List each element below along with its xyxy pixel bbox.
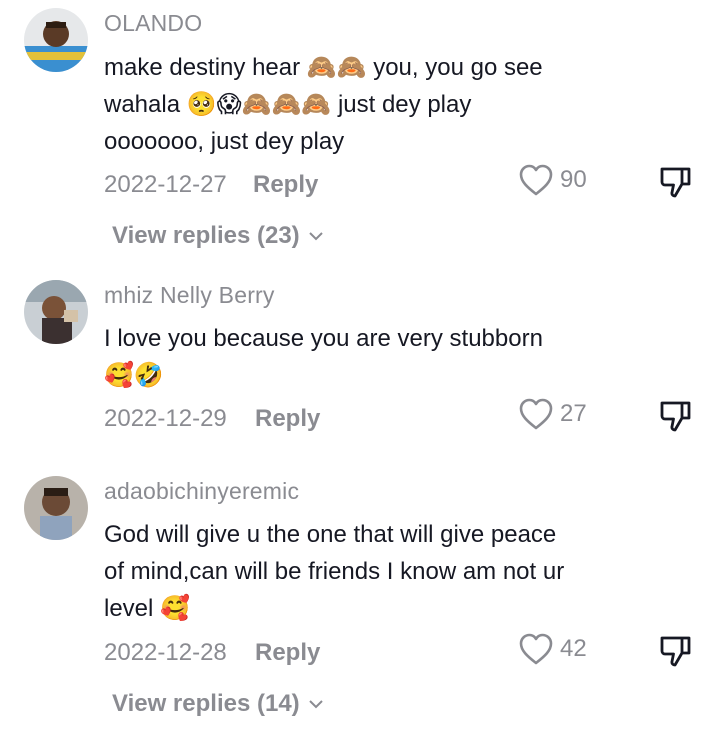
avatar[interactable] — [24, 280, 88, 344]
comment-text: I love you because you are very stubborn… — [104, 320, 614, 394]
chevron-down-icon — [308, 700, 323, 709]
comment-text-line: level 🥰 — [104, 595, 190, 622]
heart-outline-icon — [519, 633, 553, 665]
comment-text-line: 🥰🤣 — [104, 362, 164, 389]
like-button[interactable]: 42 — [518, 632, 587, 666]
avatar[interactable] — [24, 476, 88, 540]
like-count: 42 — [560, 635, 587, 662]
thumbs-down-outline-icon[interactable] — [658, 164, 694, 200]
avatar-image — [24, 8, 88, 72]
view-replies-button[interactable]: View replies (23) — [112, 222, 324, 250]
view-replies-button[interactable]: View replies (14) — [112, 690, 324, 718]
chevron-down-icon — [308, 232, 323, 241]
comment-text: God will give u the one that will give p… — [104, 516, 614, 627]
view-replies-label: View replies (14) — [112, 690, 300, 717]
thumbs-down-outline-icon[interactable] — [658, 633, 694, 669]
comment-date: 2022-12-27 — [104, 171, 227, 198]
comment-text: make destiny hear 🙈🙈 you, you go see wah… — [104, 49, 614, 160]
comment-text-line: God will give u the one that will give p… — [104, 521, 557, 548]
username[interactable]: adaobichinyeremic — [104, 478, 299, 505]
like-count: 90 — [560, 166, 587, 193]
reply-button[interactable]: Reply — [253, 171, 318, 199]
heart-outline-icon — [519, 164, 553, 196]
username[interactable]: mhiz Nelly Berry — [104, 282, 275, 309]
thumbs-down-outline-icon[interactable] — [658, 398, 694, 434]
username[interactable]: OLANDO — [104, 10, 202, 37]
comment-text-line: of mind,can will be friends I know am no… — [104, 558, 565, 585]
comment-text-line: I love you because you are very stubborn — [104, 325, 543, 352]
comment-text-line: ooooooo, just dey play — [104, 128, 345, 155]
heart-outline-icon — [519, 398, 553, 430]
avatar-image — [24, 476, 88, 540]
avatar[interactable] — [24, 8, 88, 72]
comment-text-line: wahala 🥺😱🙈🙈🙈 just dey play — [104, 91, 472, 118]
like-count: 27 — [560, 400, 587, 427]
comment-text-line: make destiny hear 🙈🙈 you, you go see — [104, 54, 543, 81]
avatar-image — [24, 280, 88, 344]
comment-date: 2022-12-29 — [104, 405, 227, 432]
reply-button[interactable]: Reply — [255, 639, 320, 667]
comment-date: 2022-12-28 — [104, 639, 227, 666]
reply-button[interactable]: Reply — [255, 405, 320, 433]
like-button[interactable]: 90 — [518, 163, 587, 197]
view-replies-label: View replies (23) — [112, 222, 300, 249]
like-button[interactable]: 27 — [518, 397, 587, 431]
